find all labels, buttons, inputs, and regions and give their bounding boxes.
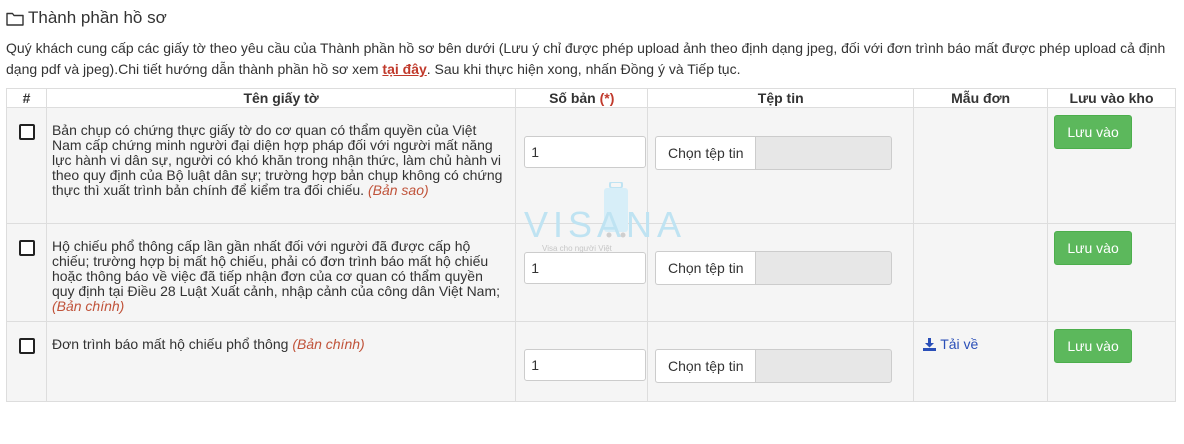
copies-cell xyxy=(515,321,649,402)
row-checkbox[interactable] xyxy=(19,240,35,256)
file-picker: Chọn tệp tin xyxy=(655,349,913,383)
intro-paragraph: Quý khách cung cấp các giấy tờ theo yêu … xyxy=(6,38,1166,80)
choose-file-button[interactable]: Chọn tệp tin xyxy=(655,349,756,383)
intro-text-end: . Sau khi thực hiện xong, nhấn Đồng ý và… xyxy=(426,61,741,77)
form-cell xyxy=(913,107,1049,224)
copies-input[interactable] xyxy=(524,349,647,381)
file-name-field[interactable] xyxy=(755,349,893,383)
copies-input[interactable] xyxy=(524,252,647,284)
save-cell: Lưu vào xyxy=(1047,107,1176,224)
header-form: Mẫu đơn xyxy=(913,88,1049,108)
section-title-text: Thành phần hồ sơ xyxy=(28,8,167,27)
download-icon xyxy=(923,337,937,351)
table-row: Hộ chiếu phổ thông cấp lần gần nhất đối … xyxy=(6,223,1176,322)
row-checkbox-cell xyxy=(6,321,47,402)
documents-table: # Tên giấy tờ Số bản (*) Tệp tin Mẫu đơn… xyxy=(6,88,1176,402)
file-name-field[interactable] xyxy=(755,136,893,170)
header-file: Tệp tin xyxy=(647,88,915,108)
choose-file-button[interactable]: Chọn tệp tin xyxy=(655,251,756,285)
copies-cell xyxy=(515,223,649,322)
guide-link[interactable]: tại đây xyxy=(382,61,426,77)
save-button[interactable]: Lưu vào xyxy=(1054,329,1133,363)
folder-icon xyxy=(6,12,24,26)
document-name: Bản chụp có chứng thực giấy tờ do cơ qua… xyxy=(51,122,503,198)
document-name: Hộ chiếu phổ thông cấp lần gần nhất đối … xyxy=(51,238,501,299)
row-checkbox-cell xyxy=(6,223,47,322)
header-copies: Số bản (*) xyxy=(515,88,649,108)
download-link[interactable]: Tải về xyxy=(923,336,1047,352)
save-cell: Lưu vào xyxy=(1047,223,1176,322)
document-name-cell: Bản chụp có chứng thực giấy tờ do cơ qua… xyxy=(45,107,517,224)
file-picker: Chọn tệp tin xyxy=(655,136,913,170)
row-checkbox-cell xyxy=(6,107,47,224)
required-mark: (*) xyxy=(599,90,615,106)
section-title: Thành phần hồ sơ xyxy=(6,8,167,28)
file-picker: Chọn tệp tin xyxy=(655,251,913,285)
copies-cell xyxy=(515,107,649,224)
form-cell xyxy=(913,223,1049,322)
document-name-cell: Đơn trình báo mất hộ chiếu phổ thông (Bả… xyxy=(45,321,517,402)
copies-input[interactable] xyxy=(524,136,647,168)
table-row: Bản chụp có chứng thực giấy tờ do cơ qua… xyxy=(6,107,1176,224)
header-copies-label: Số bản xyxy=(549,90,596,106)
document-name-cell: Hộ chiếu phổ thông cấp lần gần nhất đối … xyxy=(45,223,517,322)
header-index: # xyxy=(6,88,47,108)
document-kind: (Bản chính) xyxy=(292,336,365,352)
table-row: Đơn trình báo mất hộ chiếu phổ thông (Bả… xyxy=(6,321,1176,402)
document-kind: (Bản chính) xyxy=(51,298,125,314)
file-cell: Chọn tệp tin xyxy=(647,321,915,402)
row-checkbox[interactable] xyxy=(19,124,35,140)
row-checkbox[interactable] xyxy=(19,338,35,354)
document-name: Đơn trình báo mất hộ chiếu phổ thông xyxy=(51,336,289,352)
choose-file-button[interactable]: Chọn tệp tin xyxy=(655,136,756,170)
file-cell: Chọn tệp tin xyxy=(647,107,915,224)
download-link-label: Tải về xyxy=(940,336,979,352)
header-save: Lưu vào kho xyxy=(1047,88,1176,108)
file-name-field[interactable] xyxy=(755,251,893,285)
save-button[interactable]: Lưu vào xyxy=(1054,115,1133,149)
save-button[interactable]: Lưu vào xyxy=(1054,231,1133,265)
file-cell: Chọn tệp tin xyxy=(647,223,915,322)
header-name: Tên giấy tờ xyxy=(45,88,517,108)
form-cell: Tải về xyxy=(913,321,1049,402)
table-header-row: # Tên giấy tờ Số bản (*) Tệp tin Mẫu đơn… xyxy=(6,88,1176,108)
save-cell: Lưu vào xyxy=(1047,321,1176,402)
document-kind: (Bản sao) xyxy=(367,182,429,198)
